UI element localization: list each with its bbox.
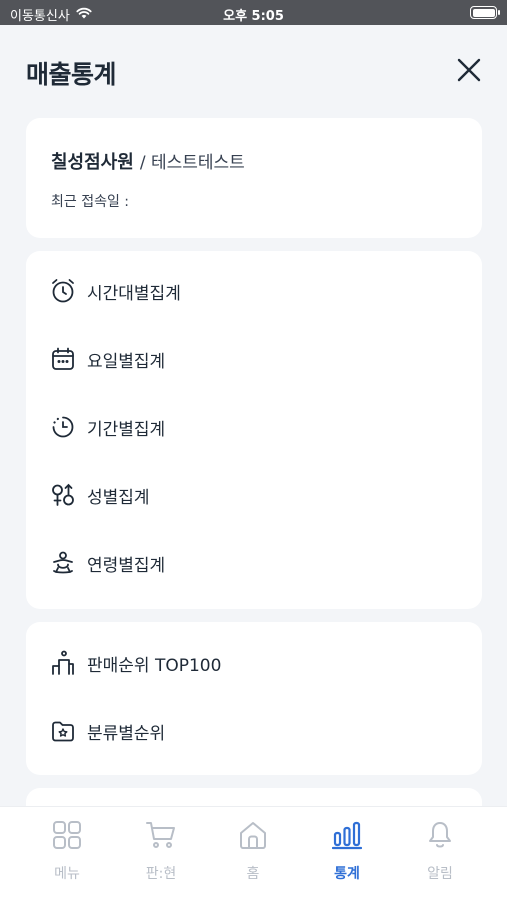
- last-login-label: 최근 접속일 :: [51, 194, 130, 210]
- tab-label: 홈: [246, 866, 260, 882]
- calendar-icon: [49, 345, 77, 373]
- tab-home[interactable]: 홈: [213, 819, 293, 889]
- bell-icon: [424, 819, 456, 851]
- profile-card: 칠성점사원 / 테스트테스트 최근 접속일 :: [26, 118, 482, 238]
- menu-item-category-rank[interactable]: 분류별순위: [26, 703, 482, 759]
- battery-icon: [470, 6, 500, 19]
- menu-item-label: 분류별순위: [87, 723, 166, 744]
- home-icon: [237, 819, 269, 851]
- tab-label: 알림: [427, 866, 453, 882]
- page-title: 매출통계: [26, 60, 117, 89]
- status-time: 오후 5:05: [223, 9, 284, 24]
- period-clock-icon: [49, 413, 77, 441]
- alarm-clock-icon: [49, 277, 77, 305]
- category-folder-icon: [49, 717, 77, 745]
- menu-item-weekday[interactable]: 요일별집계: [26, 331, 482, 387]
- menu-item-age[interactable]: 연령별집계: [26, 535, 482, 591]
- bar-chart-icon: [331, 819, 363, 851]
- menu-item-hourly[interactable]: 시간대별집계: [26, 263, 482, 319]
- gender-icon: [49, 481, 77, 509]
- tab-menu[interactable]: 메뉴: [27, 819, 107, 889]
- tab-statistics[interactable]: 통계: [307, 819, 387, 889]
- menu-item-label: 판매순위 TOP100: [87, 655, 222, 676]
- menu-item-top100[interactable]: 판매순위 TOP100: [26, 635, 482, 691]
- menu-item-label: 시간대별집계: [87, 283, 181, 304]
- profile-name-line: 칠성점사원 / 테스트테스트: [51, 148, 245, 174]
- tab-sales-status[interactable]: 판:현: [121, 819, 201, 889]
- grid-icon: [51, 819, 83, 851]
- tab-notifications[interactable]: 알림: [400, 819, 480, 889]
- tab-label: 판:현: [145, 866, 177, 882]
- ranking-menu-group: 판매순위 TOP100 분류별순위: [26, 622, 482, 775]
- store-name: 칠성점사원: [51, 152, 134, 173]
- podium-icon: [49, 649, 77, 677]
- close-button[interactable]: [452, 53, 486, 87]
- tab-bar: 메뉴 판:현 홈 통계 알림: [0, 806, 507, 900]
- menu-item-label: 연령별집계: [87, 555, 166, 576]
- cart-icon: [145, 819, 177, 851]
- user-name: / 테스트테스트: [139, 153, 245, 173]
- close-icon: [457, 58, 481, 82]
- menu-item-label: 성별집계: [87, 487, 150, 508]
- header: 매출통계: [0, 25, 507, 120]
- tab-label: 통계: [334, 866, 360, 882]
- menu-item-period[interactable]: 기간별집계: [26, 399, 482, 455]
- menu-item-label: 기간별집계: [87, 419, 166, 440]
- stats-menu-group: 시간대별집계 요일별집계 기간별집계 성별집계 연령별집계: [26, 251, 482, 609]
- menu-item-gender[interactable]: 성별집계: [26, 467, 482, 523]
- status-bar: 이동통신사 오후 5:05: [0, 0, 507, 25]
- menu-item-label: 요일별집계: [87, 351, 166, 372]
- tab-label: 메뉴: [54, 866, 80, 882]
- age-group-icon: [49, 549, 77, 577]
